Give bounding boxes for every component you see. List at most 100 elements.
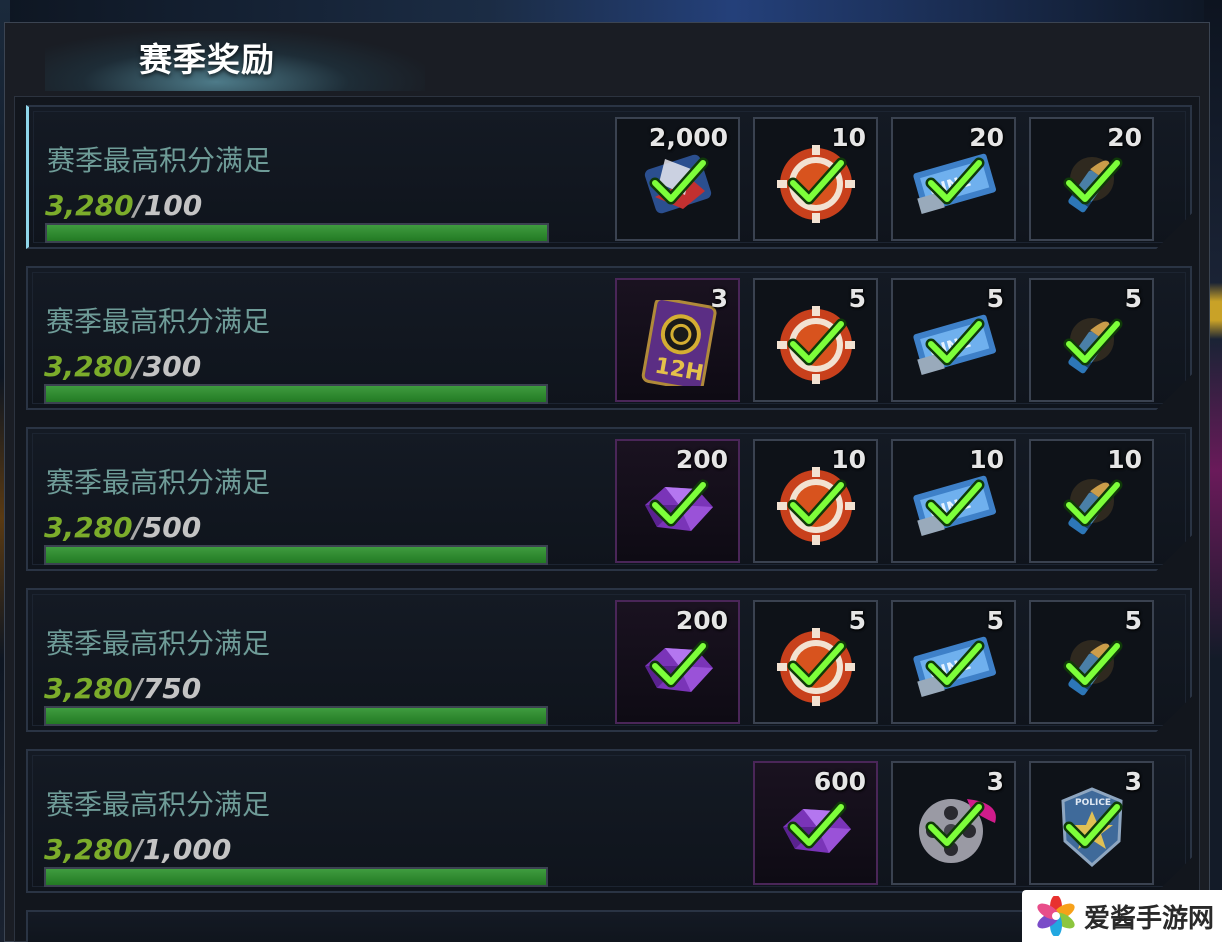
reward-row-partial (26, 910, 1192, 942)
progress-bar-fill (46, 386, 546, 402)
reward-item[interactable]: 20 (1029, 117, 1154, 241)
progress-text: 3,280/750 (44, 672, 201, 705)
progress-bar (44, 545, 548, 565)
claimed-check-icon (787, 640, 847, 688)
reward-quantity: 600 (813, 767, 866, 796)
reward-item[interactable]: 5 (1029, 600, 1154, 724)
background-scene-top (0, 0, 1222, 24)
reward-items: 2,000 10 CINE 20 20 (615, 117, 1154, 241)
reward-quantity: 5 (1124, 284, 1142, 313)
condition-text: 赛季最高积分满足 (46, 788, 271, 821)
reward-item[interactable]: CINE 5 (891, 278, 1016, 402)
progress-required: 750 (142, 672, 202, 705)
reward-item[interactable]: 200 (615, 600, 740, 724)
reward-items: 200 5 CINE 5 5 (615, 600, 1154, 724)
progress-bar-fill (46, 547, 546, 563)
progress-separator: / (132, 833, 143, 866)
reward-item[interactable]: 3 (891, 761, 1016, 885)
progress-separator: / (132, 672, 143, 705)
reward-item[interactable]: 5 (753, 278, 878, 402)
reward-row: 赛季最高积分满足 3,280/750 200 5 CINE 5 5 (26, 588, 1192, 732)
reward-quantity: 2,000 (648, 123, 728, 152)
reward-item[interactable]: 10 (753, 439, 878, 563)
claimed-check-icon (925, 479, 985, 527)
reward-item[interactable]: CINE 5 (891, 600, 1016, 724)
progress-required: 300 (142, 350, 202, 383)
progress-required: 500 (142, 511, 202, 544)
claimed-check-icon (1063, 318, 1123, 366)
claimed-check-icon (649, 640, 709, 688)
reward-item[interactable]: CINE 20 (891, 117, 1016, 241)
claimed-check-icon (1063, 479, 1123, 527)
progress-bar-fill (46, 708, 546, 724)
progress-text: 3,280/500 (44, 511, 201, 544)
reward-quantity: 3 (986, 767, 1004, 796)
reward-item[interactable]: POLICE 3 (1029, 761, 1154, 885)
claimed-check-icon (649, 479, 709, 527)
reward-items: 12H 3 5 CINE 5 5 (615, 278, 1154, 402)
claimed-check-icon (787, 479, 847, 527)
reward-quantity: 5 (1124, 606, 1142, 635)
progress-text: 3,280/100 (45, 189, 202, 222)
claimed-check-icon (1063, 801, 1123, 849)
reward-quantity: 5 (848, 284, 866, 313)
reward-quantity: 10 (969, 445, 1004, 474)
reward-item[interactable]: CINE 10 (891, 439, 1016, 563)
claimed-check-icon (1063, 640, 1123, 688)
claimed-check-icon (925, 318, 985, 366)
reward-item[interactable]: 5 (753, 600, 878, 724)
progress-bar-fill (46, 869, 546, 885)
reward-quantity: 10 (1107, 445, 1142, 474)
reward-quantity: 200 (675, 445, 728, 474)
reward-items: 200 10 CINE 10 10 (615, 439, 1154, 563)
claimed-check-icon (787, 157, 847, 205)
watermark-text: 爱酱手游网 (1084, 903, 1215, 934)
claimed-check-icon (925, 157, 985, 205)
reward-quantity: 5 (848, 606, 866, 635)
progress-current: 3,280 (44, 672, 133, 705)
reward-item[interactable]: 2,000 (615, 117, 740, 241)
pinwheel-logo-icon (1037, 896, 1075, 936)
progress-current: 3,280 (44, 833, 133, 866)
reward-quantity: 20 (1107, 123, 1142, 152)
condition-text: 赛季最高积分满足 (46, 305, 271, 338)
progress-bar (44, 706, 548, 726)
progress-bar (45, 223, 549, 243)
reward-quantity: 5 (986, 606, 1004, 635)
12h-boost-card-icon: 12H (641, 300, 717, 386)
reward-items: 600 3 POLICE 3 (753, 761, 1154, 885)
reward-item[interactable]: 10 (753, 117, 878, 241)
reward-item[interactable]: 12H 3 (615, 278, 740, 402)
reward-row: 赛季最高积分满足 3,280/300 12H 3 5 CINE 5 5 (26, 266, 1192, 410)
reward-quantity: 3 (710, 284, 728, 313)
claimed-check-icon (787, 801, 847, 849)
reward-item[interactable]: 10 (1029, 439, 1154, 563)
reward-quantity: 10 (831, 123, 866, 152)
claimed-check-icon (925, 640, 985, 688)
progress-separator: / (132, 511, 143, 544)
reward-item[interactable]: 5 (1029, 278, 1154, 402)
watermark: 爱酱手游网 (1022, 890, 1222, 942)
condition-text: 赛季最高积分满足 (47, 144, 272, 177)
reward-row: 赛季最高积分满足 3,280/500 200 10 CINE 10 10 (26, 427, 1192, 571)
reward-quantity: 200 (675, 606, 728, 635)
condition-text: 赛季最高积分满足 (46, 466, 271, 499)
claimed-check-icon (925, 801, 985, 849)
progress-text: 3,280/1,000 (44, 833, 231, 866)
progress-text: 3,280/300 (44, 350, 201, 383)
reward-list[interactable]: 赛季最高积分满足 3,280/100 2,000 10 CINE 20 20 赛季最高积分满足… (14, 96, 1200, 942)
reward-quantity: 3 (1124, 767, 1142, 796)
reward-item[interactable]: 600 (753, 761, 878, 885)
reward-item[interactable]: 200 (615, 439, 740, 563)
progress-current: 3,280 (44, 350, 133, 383)
reward-quantity: 20 (969, 123, 1004, 152)
reward-quantity: 10 (831, 445, 866, 474)
progress-bar (44, 384, 548, 404)
reward-row: 赛季最高积分满足 3,280/1,000 600 3 POLICE 3 (26, 749, 1192, 893)
progress-current: 3,280 (45, 189, 134, 222)
progress-separator: / (133, 189, 144, 222)
progress-separator: / (132, 350, 143, 383)
progress-bar (44, 867, 548, 887)
progress-required: 100 (143, 189, 203, 222)
progress-bar-fill (47, 225, 547, 241)
